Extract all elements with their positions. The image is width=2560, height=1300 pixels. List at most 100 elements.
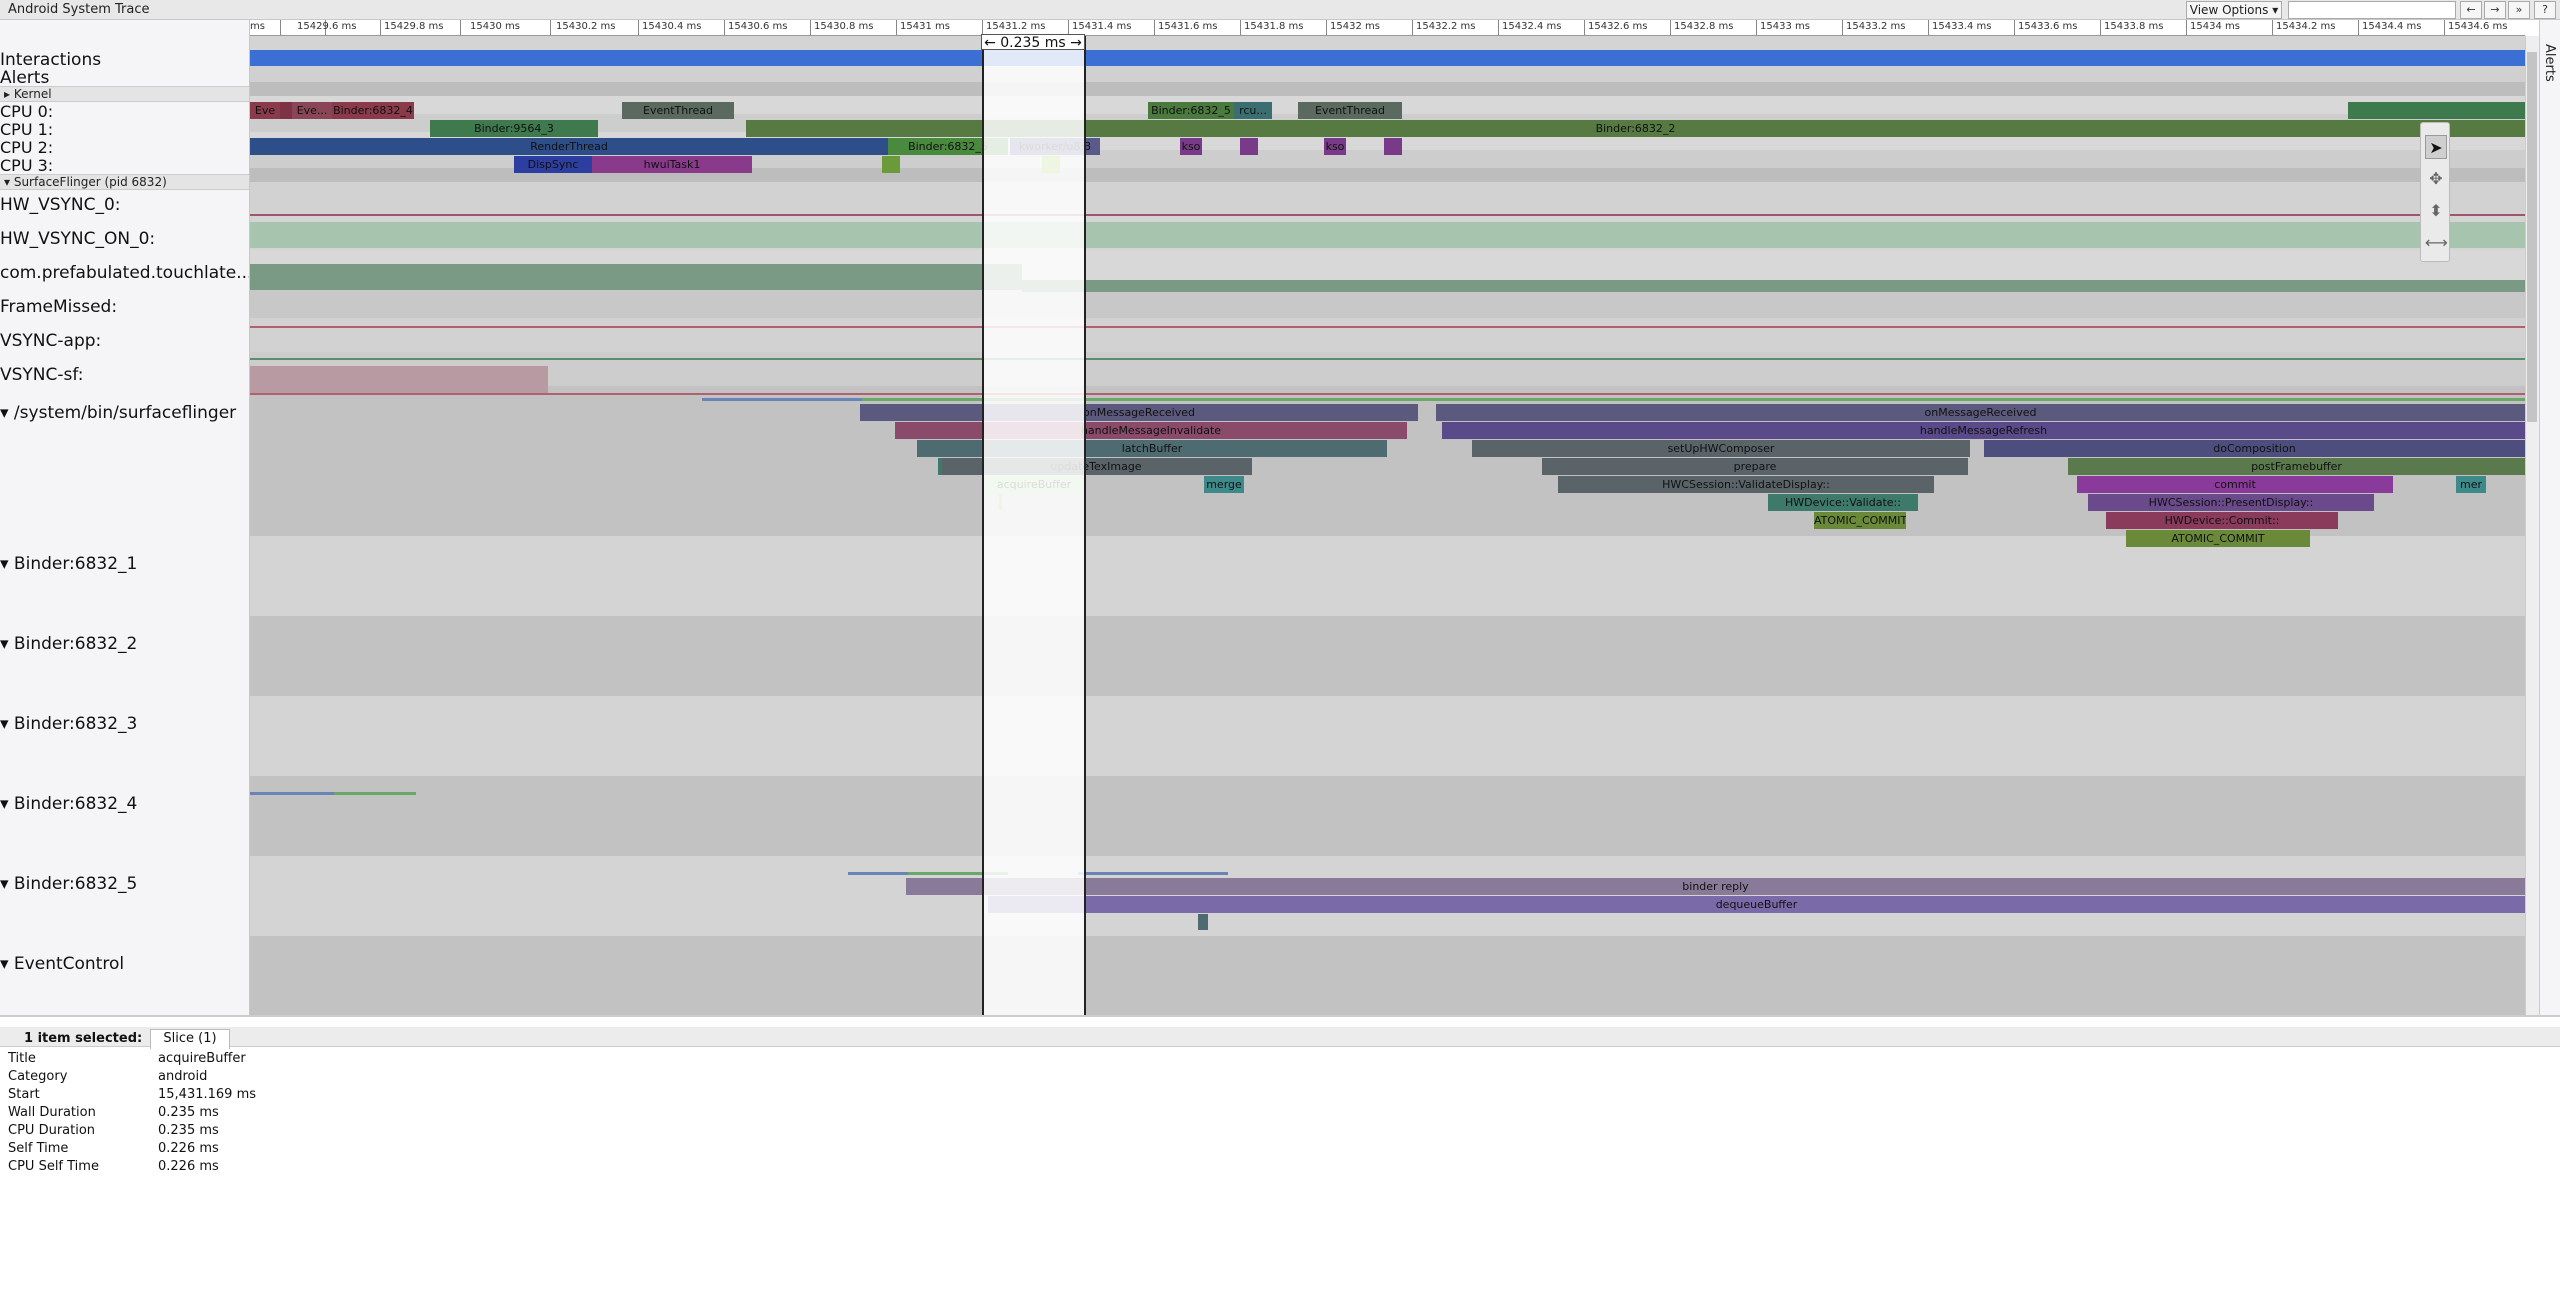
sf-slice[interactable]: ATOMIC_COMMIT (1814, 512, 1906, 529)
track-hw-vsync[interactable]: HW_VSYNC_0: (0, 195, 121, 215)
ruler-tick: 15431.8 ms (1244, 21, 1304, 32)
track-binder-5[interactable]: ▾ Binder:6832_5 (0, 874, 137, 894)
track-vsync-app[interactable]: VSYNC-app: (0, 331, 101, 351)
scrollbar-thumb[interactable] (2527, 52, 2537, 422)
prop-value: acquireBuffer (158, 1051, 246, 1066)
track-cpu3[interactable]: CPU 3: (0, 156, 53, 175)
ruler-tick-line (380, 20, 381, 35)
track-alerts[interactable]: Alerts (0, 68, 49, 88)
sf-slice[interactable]: prepare (1542, 458, 1968, 475)
sf-slice[interactable]: HWDevice::Validate:: (1768, 494, 1918, 511)
prop-value: 0.235 ms (158, 1105, 219, 1120)
cpu1-slice[interactable]: Binder:9564_3 (430, 120, 598, 137)
sf-slice[interactable]: ATOMIC_COMMIT (2126, 530, 2310, 547)
ruler-tick: 15431.6 ms (1158, 21, 1218, 32)
alerts-side-panel[interactable] (2539, 20, 2560, 1015)
zoom-tool-icon[interactable]: ⬍ (2425, 199, 2447, 223)
find-skip-button[interactable]: » (2508, 1, 2530, 19)
cpu0-slice[interactable]: Binder:6832_4 (332, 102, 414, 119)
sf-slice[interactable]: mer (2456, 476, 2486, 493)
find-previous-button[interactable]: ← (2460, 1, 2482, 19)
cpu0-slice[interactable] (2348, 102, 2525, 119)
help-button[interactable]: ? (2534, 1, 2556, 19)
track-cpu1[interactable]: CPU 1: (0, 120, 53, 139)
ruler-tick-line (2444, 20, 2445, 35)
sf-slice[interactable]: HWCSession::PresentDisplay:: (2088, 494, 2374, 511)
track-interactions[interactable]: Interactions (0, 50, 101, 70)
track-frame-missed[interactable]: FrameMissed: (0, 297, 117, 317)
track-hw-vsync-on[interactable]: HW_VSYNC_ON_0: (0, 229, 155, 249)
binder5-state-bar (1078, 872, 1228, 875)
cpu2-slice[interactable]: kso (1180, 138, 1202, 155)
view-options-button[interactable]: View Options ▾ (2186, 1, 2282, 19)
sf-slice[interactable]: merge (1204, 476, 1244, 493)
sf-slice[interactable]: onMessageReceived (1436, 404, 2525, 421)
sf-slice[interactable] (938, 458, 942, 475)
selection-highlight (983, 36, 1085, 1015)
cpu3-slice[interactable] (882, 156, 900, 173)
cpu3-slice[interactable]: DispSync (514, 156, 592, 173)
track-binder-4[interactable]: ▾ Binder:6832_4 (0, 794, 137, 814)
cpu0-slice[interactable]: rcu... (1234, 102, 1272, 119)
ruler-tick: 15433.4 ms (1932, 21, 1992, 32)
vsync-sf-line (250, 393, 2525, 395)
section-kernel[interactable]: ▸ Kernel (0, 86, 249, 102)
track-vsync-sf[interactable]: VSYNC-sf: (0, 365, 84, 385)
sf-slice[interactable]: setUpHWComposer (1472, 440, 1970, 457)
timing-tool-icon[interactable]: ⟷ (2425, 231, 2448, 255)
selection-duration: ← 0.235 ms → (981, 34, 1085, 51)
track-binder-1[interactable]: ▾ Binder:6832_1 (0, 554, 137, 574)
search-input[interactable] (2288, 1, 2456, 19)
track-cpu0[interactable]: CPU 0: (0, 102, 53, 121)
sf-slice[interactable]: HWCSession::ValidateDisplay:: (1558, 476, 1934, 493)
selection-end-marker[interactable] (1084, 36, 1086, 1015)
alerts-side-label[interactable]: Alerts (2542, 44, 2557, 82)
selection-count: 1 item selected: (24, 1031, 143, 1046)
track-eventcontrol[interactable]: ▾ EventControl (0, 954, 124, 974)
sf-slice[interactable]: handleMessageInvalidate (895, 422, 1407, 439)
track-touchlate[interactable]: com.prefabulated.touchlate... (0, 263, 249, 283)
cpu0-slice[interactable]: Binder:6832_5 (1148, 102, 1234, 119)
selection-start-marker[interactable] (982, 36, 984, 1015)
section-surfaceflinger[interactable]: ▾ SurfaceFlinger (pid 6832) (0, 174, 249, 190)
cpu3-slice[interactable]: hwuiTask1 (592, 156, 752, 173)
sf-slice[interactable]: handleMessageRefresh (1442, 422, 2525, 439)
prop-key: CPU Duration (8, 1123, 96, 1138)
sf-slice[interactable]: doComposition (1984, 440, 2525, 457)
cpu0-slice[interactable]: Eve... (292, 102, 332, 119)
cpu0-slice[interactable]: EventThread (1298, 102, 1402, 119)
binder5-small-slice (1198, 914, 1208, 930)
pan-tool-icon[interactable]: ✥ (2425, 167, 2447, 191)
prop-value: android (158, 1069, 208, 1084)
ruler-tick: 15430 ms (470, 21, 520, 32)
tab-slice[interactable]: Slice (1) (150, 1029, 230, 1049)
vsync-sf-counter (250, 366, 548, 394)
cpu2-slice[interactable] (1240, 138, 1258, 155)
ruler-tick: 15434.6 ms (2448, 21, 2508, 32)
cpu2-slice[interactable]: kso (1324, 138, 1346, 155)
cpu0-slice[interactable]: Eve (250, 102, 280, 119)
sf-slice[interactable]: HWDevice::Commit:: (2106, 512, 2338, 529)
cpu0-slice[interactable] (280, 102, 292, 119)
cpu2-slice[interactable]: RenderThread (250, 138, 888, 155)
prop-value[interactable]: 15,431.169 ms (158, 1087, 458, 1102)
find-next-button[interactable]: → (2484, 1, 2506, 19)
track-binder-2[interactable]: ▾ Binder:6832_2 (0, 634, 137, 654)
sf-slice[interactable]: postFramebuffer (2068, 458, 2525, 475)
binder5-slice[interactable]: binder reply (906, 878, 2525, 895)
cpu2-slice[interactable] (1384, 138, 1402, 155)
select-tool-icon[interactable]: ➤ (2425, 135, 2447, 159)
time-ruler[interactable]: ms 15429.6 ms 15429.8 ms 15430 ms 15430.… (250, 20, 2525, 36)
track-binder-3[interactable]: ▾ Binder:6832_3 (0, 714, 137, 734)
ruler-tick: 15434.2 ms (2276, 21, 2336, 32)
track-cpu2[interactable]: CPU 2: (0, 138, 53, 157)
track-surfaceflinger[interactable]: ▾ /system/bin/surfaceflinger (0, 403, 236, 423)
interactions-bar[interactable] (250, 50, 2525, 66)
sf-slice[interactable]: commit (2077, 476, 2393, 493)
ruler-tick: ms (250, 21, 265, 32)
touchlate-counter-b (1022, 280, 2525, 292)
cpu0-slice[interactable]: EventThread (622, 102, 734, 119)
binder5-slice[interactable]: dequeueBuffer (988, 896, 2525, 913)
timeline-canvas[interactable]: Eve Eve... Binder:6832_4 EventThread Bin… (250, 36, 2525, 1015)
sf-slice[interactable]: onMessageReceived (860, 404, 1418, 421)
